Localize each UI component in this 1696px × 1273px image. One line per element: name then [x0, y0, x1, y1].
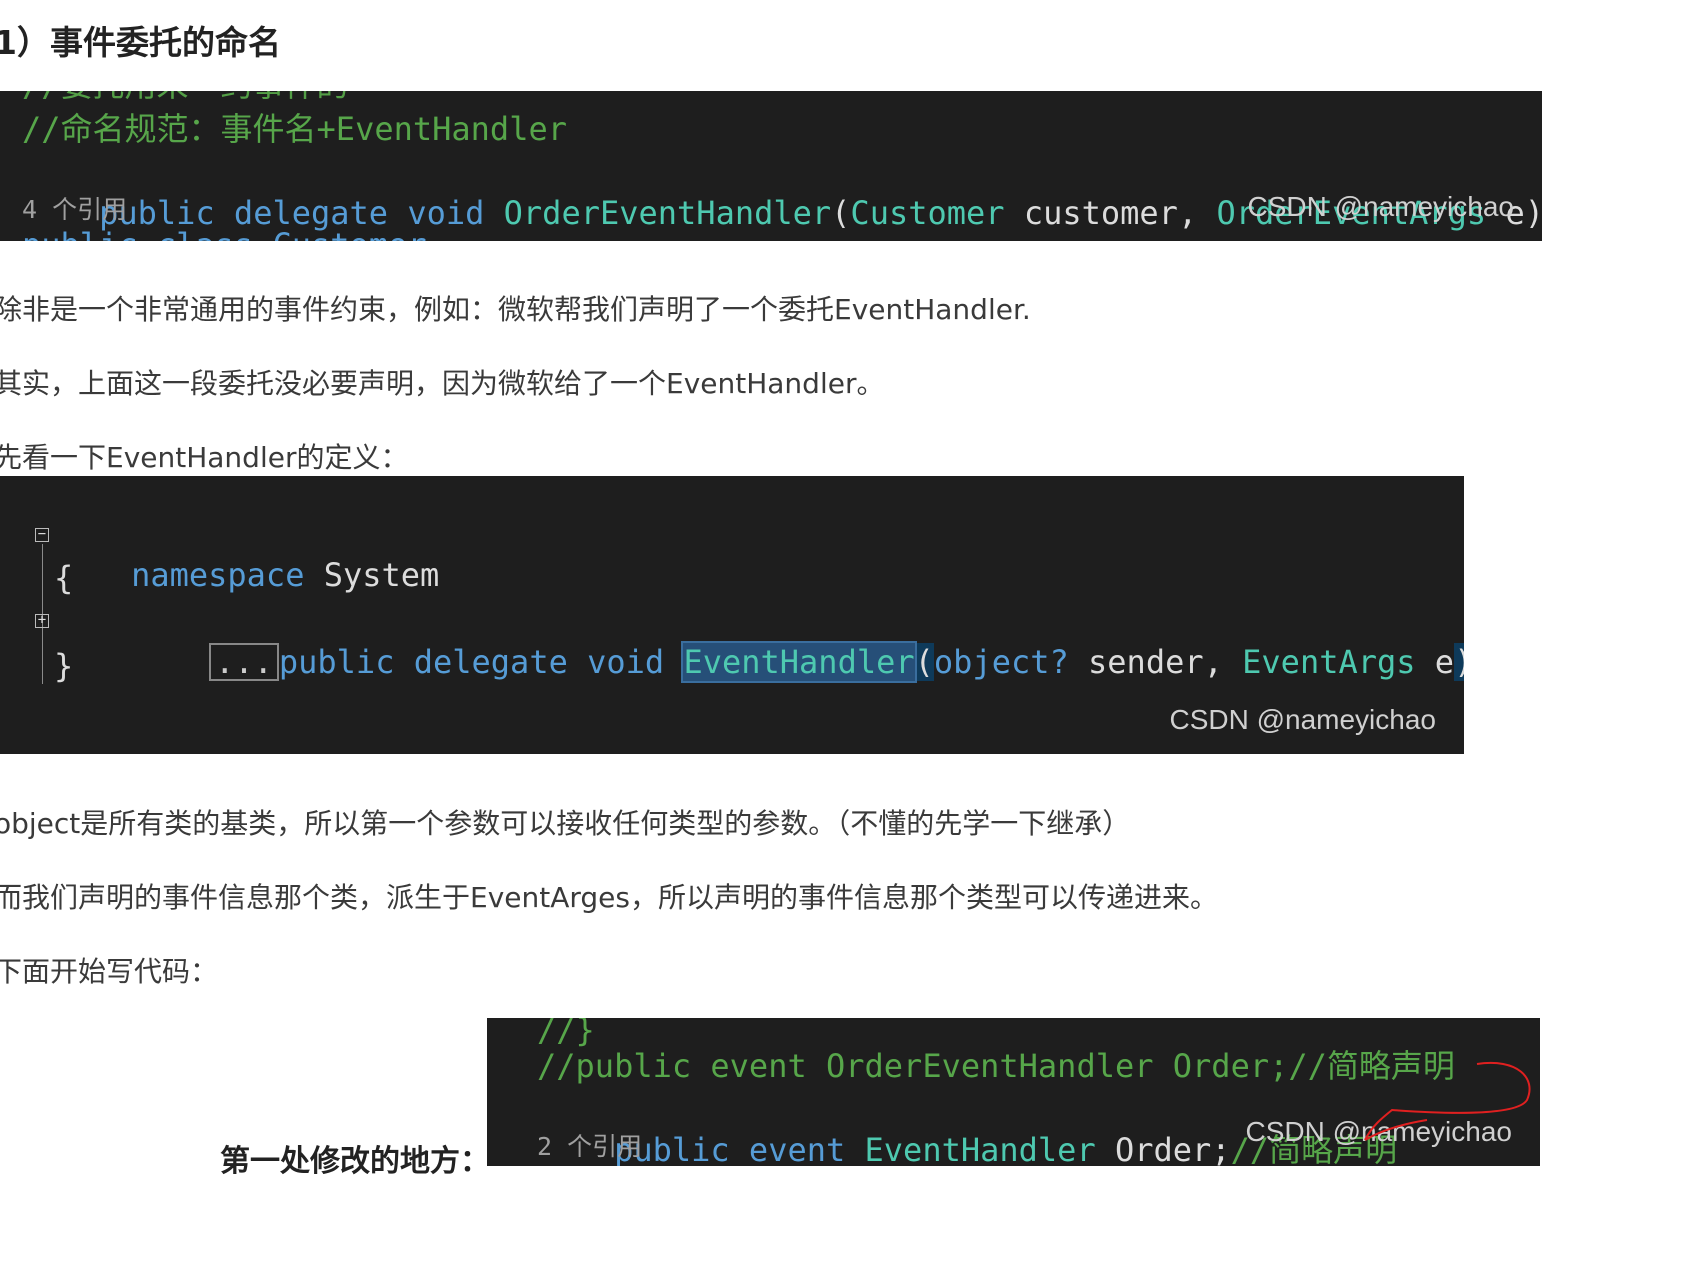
paragraph-see-definition: 先看一下EventHandler的定义：	[0, 441, 409, 474]
paragraph-no-need-declare: 其实，上面这一段委托没必要声明，因为微软给了一个EventHandler。	[0, 367, 885, 400]
red-annotation-mark	[1364, 1061, 1531, 1141]
paragraph-object-base-class: object是所有类的基类，所以第一个参数可以接收任何类型的参数。（不懂的先学一…	[0, 807, 1131, 840]
collapsed-region-toggle[interactable]: ...	[209, 643, 279, 681]
paren-open: (	[831, 194, 851, 232]
code-line-cut-top: //委托用来一约事件的	[22, 91, 349, 105]
type-eventhandler-highlighted[interactable]: EventHandler	[681, 641, 917, 683]
code-block-eventhandler-definition: − + namespace System { ... public delegat…	[0, 476, 1464, 754]
brace-close: }	[54, 647, 74, 685]
keyword-delegate: delegate	[413, 643, 568, 681]
keyword-namespace: namespace	[131, 556, 305, 594]
label-first-change: 第一处修改的地方：	[220, 1144, 490, 1179]
red-annotation-stroke	[1364, 1061, 1531, 1141]
code-block-event-declaration: //} //public event OrderEventHandler Ord…	[487, 1018, 1540, 1166]
brace-open: {	[54, 559, 74, 597]
code-line-cut-bottom: public class Customer	[22, 225, 427, 241]
namespace-name: System	[323, 556, 440, 594]
reference-count[interactable]: 4 个引用	[22, 195, 127, 225]
section-heading: 1）事件委托的命名	[0, 23, 281, 62]
type-customer: Customer	[850, 194, 1005, 232]
paragraph-derived-eventargs: 而我们声明的事件信息那个类，派生于EventArges，所以声明的事件信息那个类…	[0, 881, 1218, 914]
type-eventargs: EventArgs	[1242, 643, 1416, 681]
code-comment-naming-rule: //命名规范：事件名+EventHandler	[22, 110, 567, 148]
keyword-void: void	[587, 643, 665, 681]
watermark: CSDN @nameyichao	[1169, 704, 1436, 735]
fold-expand-icon[interactable]: +	[35, 613, 49, 628]
arg-e: e	[1434, 643, 1455, 681]
keyword-public: public	[278, 643, 395, 681]
paren-open: (	[914, 643, 934, 681]
watermark: CSDN @nameyichao	[1247, 191, 1514, 222]
paragraph-general-delegate: 除非是一个非常通用的事件约束，例如：微软帮我们声明了一个委托EventHandl…	[0, 293, 1031, 326]
fold-collapse-icon[interactable]: −	[35, 527, 49, 542]
keyword-object: object?	[933, 643, 1069, 681]
arg-sender: sender,	[1088, 643, 1223, 681]
type-order-event-handler: OrderEventHandler	[503, 194, 832, 232]
statement-end: );	[1454, 643, 1464, 681]
code-block-delegate-declaration: //委托用来一约事件的 //命名规范：事件名+EventHandler publ…	[0, 91, 1542, 241]
paragraph-start-coding: 下面开始写代码：	[0, 955, 219, 988]
arg-customer: customer,	[1023, 194, 1198, 232]
